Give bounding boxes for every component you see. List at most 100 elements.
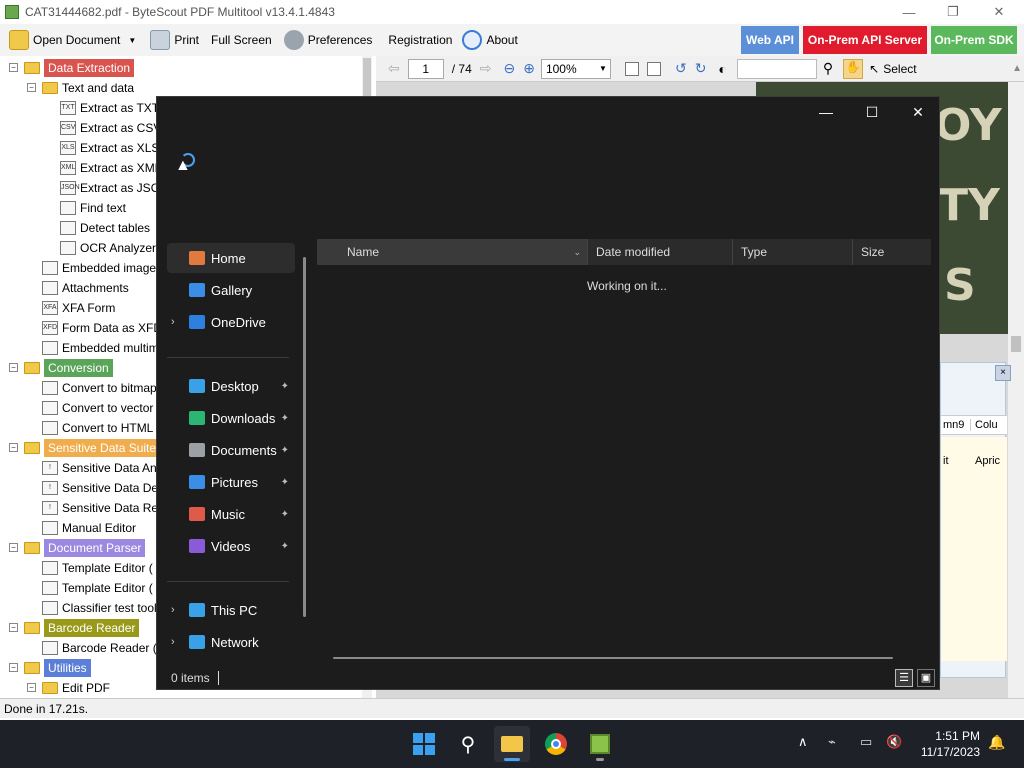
- dialog-close-button[interactable]: ✕: [895, 97, 941, 127]
- open-document-button[interactable]: Open Document ▼: [4, 26, 141, 54]
- expand-toggle-icon[interactable]: −: [9, 663, 18, 672]
- hand-tool-icon[interactable]: ✋: [843, 58, 864, 79]
- file-explorer-taskbar[interactable]: [494, 726, 530, 762]
- fit-width-icon[interactable]: [646, 61, 661, 76]
- tree-item[interactable]: JSON Extract as JSON: [60, 178, 169, 198]
- web-api-button[interactable]: Web API: [741, 26, 799, 54]
- nav-item-gallery[interactable]: Gallery: [167, 275, 295, 305]
- maximize-button[interactable]: ❐: [930, 0, 976, 24]
- tree-item[interactable]: Find text: [60, 198, 126, 218]
- tree-item[interactable]: Classifier test tool: [42, 598, 157, 618]
- tree-item[interactable]: − Document Parser: [9, 538, 146, 558]
- tree-item[interactable]: Embedded images: [42, 258, 162, 278]
- chrome-taskbar[interactable]: [538, 726, 574, 762]
- preferences-button[interactable]: Preferences: [279, 26, 378, 54]
- nav-item-this-pc[interactable]: › This PC: [167, 595, 295, 625]
- notification-bell-icon[interactable]: 🔔: [988, 734, 1005, 751]
- dialog-maximize-button[interactable]: ☐: [849, 97, 895, 127]
- zoom-out-icon[interactable]: ⊖: [503, 60, 515, 77]
- tree-item[interactable]: CSV Extract as CSV: [60, 118, 161, 138]
- print-button[interactable]: Print: [145, 26, 204, 54]
- panel-close-button[interactable]: ×: [995, 365, 1011, 381]
- tree-item[interactable]: Convert to HTML: [42, 418, 153, 438]
- nav-item-onedrive[interactable]: › OneDrive: [167, 307, 295, 337]
- tree-item[interactable]: XML Extract as XML: [60, 158, 161, 178]
- expand-toggle-icon[interactable]: −: [9, 363, 18, 372]
- expand-toggle-icon[interactable]: −: [9, 543, 18, 552]
- tree-item[interactable]: − Edit PDF: [27, 678, 110, 698]
- full-screen-button[interactable]: Full Screen: [206, 26, 277, 54]
- viewer-scroll-thumb[interactable]: [1011, 336, 1021, 352]
- rotate-left-icon[interactable]: ↺: [675, 60, 687, 77]
- zoom-select[interactable]: 100% ▼: [540, 58, 611, 79]
- clock-time[interactable]: 1:51 PM: [918, 729, 980, 743]
- volume-muted-icon[interactable]: 🔇: [886, 734, 902, 750]
- tiles-view-icon[interactable]: ▣: [917, 669, 935, 687]
- close-button[interactable]: ✕: [976, 0, 1022, 24]
- search-input[interactable]: [736, 58, 817, 79]
- tree-item[interactable]: − Conversion: [9, 358, 113, 378]
- nav-item-documents[interactable]: Documents ✦: [167, 435, 295, 465]
- about-button[interactable]: About: [457, 26, 522, 54]
- clock-date[interactable]: 11/17/2023: [908, 745, 980, 759]
- dialog-minimize-button[interactable]: —: [803, 97, 849, 127]
- registration-button[interactable]: Registration: [383, 26, 457, 54]
- page-number-input[interactable]: [407, 58, 444, 79]
- tray-chevron-icon[interactable]: ∧: [798, 734, 808, 750]
- column-size[interactable]: Size: [852, 239, 931, 265]
- expand-toggle-icon[interactable]: −: [27, 83, 36, 92]
- nav-item-music[interactable]: Music ✦: [167, 499, 295, 529]
- tree-item[interactable]: Attachments: [42, 278, 129, 298]
- tree-item[interactable]: Detect tables: [60, 218, 150, 238]
- chevron-down-icon[interactable]: ▼: [128, 36, 136, 45]
- tree-item[interactable]: Convert to bitmap: [42, 378, 157, 398]
- minimize-button[interactable]: —: [886, 0, 932, 24]
- viewer-scroll-up-icon[interactable]: ▲: [1012, 63, 1022, 74]
- contrast-icon[interactable]: ◐: [718, 61, 726, 77]
- tree-item[interactable]: Template Editor (: [42, 578, 153, 598]
- expand-toggle-icon[interactable]: −: [9, 623, 18, 632]
- tree-item[interactable]: − Barcode Reader: [9, 618, 140, 638]
- nav-item-downloads[interactable]: Downloads ✦: [167, 403, 295, 433]
- select-tool-button[interactable]: Select: [883, 62, 916, 76]
- prev-page-icon[interactable]: ⇦: [388, 60, 400, 77]
- chevron-right-icon[interactable]: ›: [171, 604, 175, 616]
- nav-item-network[interactable]: › Network: [167, 627, 295, 657]
- nav-item-pictures[interactable]: Pictures ✦: [167, 467, 295, 497]
- expand-toggle-icon[interactable]: −: [27, 683, 36, 692]
- expand-toggle-icon[interactable]: −: [9, 443, 18, 452]
- start-button[interactable]: [406, 726, 442, 762]
- chevron-right-icon[interactable]: ›: [171, 636, 175, 648]
- viewer-scrollbar[interactable]: [1008, 82, 1024, 698]
- column-type[interactable]: Type: [732, 239, 852, 265]
- chevron-right-icon[interactable]: ›: [171, 316, 175, 328]
- sort-chevron-icon[interactable]: ⌄: [573, 247, 581, 258]
- network-off-icon[interactable]: ⌁: [828, 734, 836, 750]
- tree-item[interactable]: Convert to vector: [42, 398, 153, 418]
- tree-item[interactable]: Manual Editor: [42, 518, 136, 538]
- tree-item[interactable]: − Sensitive Data Suite: [9, 438, 161, 458]
- tree-item[interactable]: − Text and data: [27, 78, 134, 98]
- tree-item[interactable]: XFA XFA Form: [42, 298, 115, 318]
- nav-item-home[interactable]: Home: [167, 243, 295, 273]
- tree-item[interactable]: − Utilities: [9, 658, 91, 678]
- onprem-sdk-button[interactable]: On-Prem SDK: [931, 26, 1017, 54]
- file-list-hscrollbar[interactable]: [333, 657, 893, 659]
- column-date-modified[interactable]: Date modified: [587, 239, 732, 265]
- rotate-right-icon[interactable]: ↻: [695, 60, 707, 77]
- monitor-icon[interactable]: ▭: [860, 734, 872, 750]
- next-page-icon[interactable]: ⇨: [480, 60, 492, 77]
- details-view-icon[interactable]: ☰: [895, 669, 913, 687]
- nav-scrollbar[interactable]: [303, 257, 306, 617]
- onprem-api-server-button[interactable]: On-Prem API Server: [803, 26, 927, 54]
- tree-item[interactable]: Template Editor (: [42, 558, 153, 578]
- fit-page-icon[interactable]: [624, 61, 639, 76]
- tree-item[interactable]: TXT Extract as TXT: [60, 98, 159, 118]
- zoom-in-icon[interactable]: ⊕: [523, 60, 535, 77]
- binoculars-icon[interactable]: ⚲: [823, 60, 833, 77]
- column-name[interactable]: Name ⌄: [317, 239, 587, 265]
- tree-scroll-thumb[interactable]: [363, 58, 371, 96]
- tree-item[interactable]: XLS Extract as XLS: [60, 138, 159, 158]
- tree-item[interactable]: Barcode Reader (I: [42, 638, 160, 658]
- expand-toggle-icon[interactable]: −: [9, 63, 18, 72]
